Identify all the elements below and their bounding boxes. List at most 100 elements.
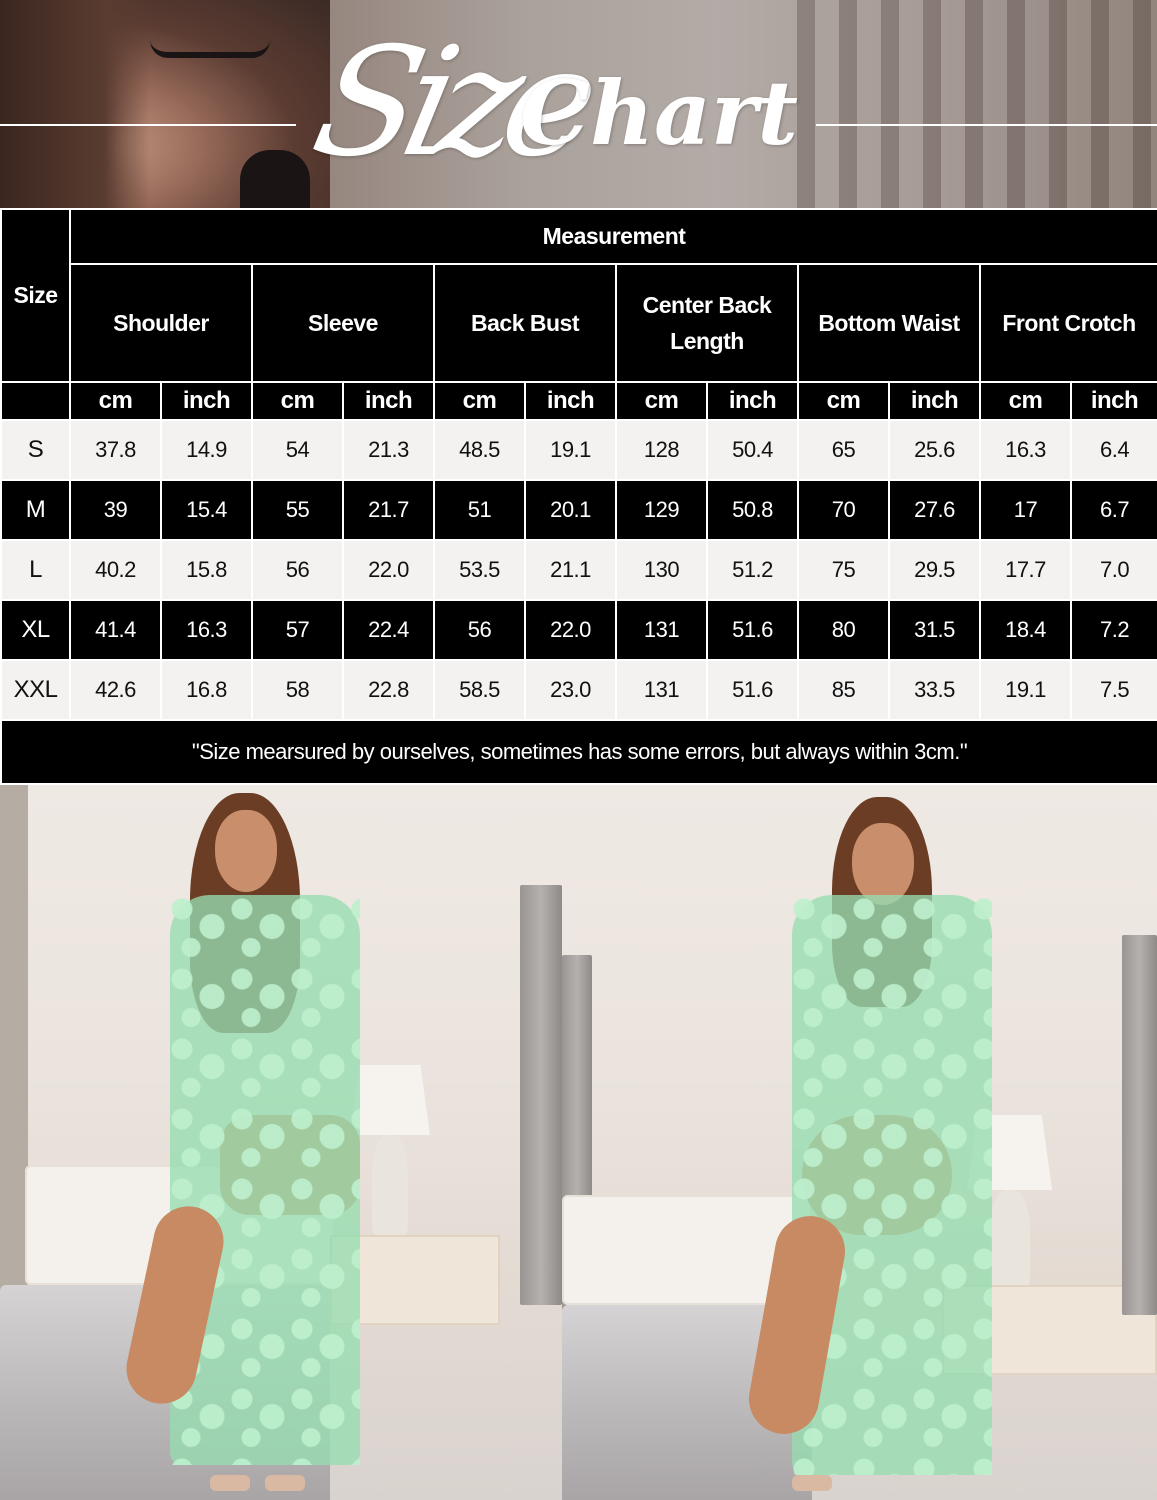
measurement-cell: 22.0 (342, 539, 435, 601)
unit-spacer (0, 381, 71, 421)
measurement-header-row: Size Measurement (0, 208, 1157, 383)
unit-cm: cm (615, 381, 708, 421)
model-shoe (792, 1475, 832, 1491)
unit-inch: inch (888, 381, 981, 421)
banner-rule-right (816, 124, 1157, 126)
measurement-cell: 22.4 (342, 599, 435, 661)
measurement-cell: 17 (979, 479, 1072, 541)
measurement-cell: 23.0 (524, 659, 617, 721)
measurement-cell: 19.1 (524, 419, 617, 481)
size-row: S 37.8 14.9 54 21.3 48.5 19.1 128 50.4 65 25.6 16.3… (0, 419, 1157, 481)
door (520, 885, 562, 1305)
unit-inch: inch (342, 381, 435, 421)
product-photo-back (562, 785, 1157, 1500)
model-choker (150, 40, 270, 58)
measurement-cell: 22.0 (524, 599, 617, 661)
measurement-header: Measurement (68, 208, 1157, 265)
size-rows: S 37.8 14.9 54 21.3 48.5 19.1 128 50.4 65 25.6 16.3… (0, 419, 1157, 721)
size-row: XXL 42.6 16.8 58 22.8 58.5 23.0 131 51.6 85 33.5 19… (0, 659, 1157, 721)
unit-inch: inch (160, 381, 253, 421)
size-table: Size Measurement Shoulder Sleeve Back Bu… (0, 208, 1157, 785)
measurement-cell: 41.4 (69, 599, 162, 661)
unit-inch: inch (1069, 381, 1157, 421)
measurement-cell: 70 (797, 479, 890, 541)
column-header-center-back-length: Center Back Length (615, 263, 799, 383)
measurement-cell: 37.8 (69, 419, 162, 481)
unit-cm: cm (433, 381, 526, 421)
measurement-cell: 48.5 (433, 419, 526, 481)
measurement-cell: 80 (797, 599, 890, 661)
size-label: XXL (0, 659, 71, 721)
model-shoe (265, 1475, 305, 1491)
measurement-cell: 17.7 (979, 539, 1072, 601)
measurement-cell: 31.5 (888, 599, 981, 661)
measurement-cell: 65 (797, 419, 890, 481)
measurement-cell: 50.4 (706, 419, 799, 481)
banner-model-photo (0, 0, 330, 208)
size-label: XL (0, 599, 71, 661)
model-face (852, 823, 914, 905)
measurement-cell: 25.6 (888, 419, 981, 481)
measurement-cell: 21.7 (342, 479, 435, 541)
column-header-back-bust: Back Bust (433, 263, 617, 383)
measurement-cell: 128 (615, 419, 708, 481)
column-header-center-back-length-text: Center Back Length (642, 292, 772, 354)
measurement-cell: 27.6 (888, 479, 981, 541)
unit-cm: cm (979, 381, 1072, 421)
measurement-cell: 57 (251, 599, 344, 661)
measurement-cell: 55 (251, 479, 344, 541)
measurement-cell: 56 (433, 599, 526, 661)
measurement-cell: 56 (251, 539, 344, 601)
measurement-cell: 29.5 (888, 539, 981, 601)
measurement-cell: 131 (615, 599, 708, 661)
measurement-cell: 20.1 (524, 479, 617, 541)
measurement-cell: 6.4 (1069, 419, 1157, 481)
measurement-cell: 14.9 (160, 419, 253, 481)
banner-curtain-background (797, 0, 1157, 208)
column-header-bottom-waist: Bottom Waist (797, 263, 981, 383)
measurement-cell: 16.3 (979, 419, 1072, 481)
unit-inch: inch (524, 381, 617, 421)
measurement-cell: 16.8 (160, 659, 253, 721)
measurement-cell: 53.5 (433, 539, 526, 601)
model-face (215, 810, 277, 892)
measurement-cell: 33.5 (888, 659, 981, 721)
unit-row: cm inch cm inch cm inch cm inch cm inch … (0, 381, 1157, 421)
measurement-cell: 16.3 (160, 599, 253, 661)
unit-cm: cm (69, 381, 162, 421)
unit-cm: cm (251, 381, 344, 421)
banner-rule-left (0, 124, 296, 126)
measurement-cell: 51.6 (706, 659, 799, 721)
measurement-cell: 51 (433, 479, 526, 541)
measurement-cell: 15.4 (160, 479, 253, 541)
size-row: M 39 15.4 55 21.7 51 20.1 129 50.8 70 27.6 17 6.7 (0, 479, 1157, 541)
measurement-cell: 42.6 (69, 659, 162, 721)
measurement-cell: 58.5 (433, 659, 526, 721)
measurement-cell: 21.3 (342, 419, 435, 481)
model-back-figure (743, 785, 1012, 1500)
unit-inch: inch (706, 381, 799, 421)
model-hair (0, 0, 150, 208)
measurement-cell: 131 (615, 659, 708, 721)
measurement-cell: 85 (797, 659, 890, 721)
measurement-cell: 18.4 (979, 599, 1072, 661)
size-chart-banner: Size Chart (0, 0, 1157, 208)
door-right (1122, 935, 1157, 1315)
measurement-cell: 7.2 (1069, 599, 1157, 661)
measurement-cell: 58 (251, 659, 344, 721)
measurement-cell: 50.8 (706, 479, 799, 541)
measurement-cell: 54 (251, 419, 344, 481)
lace-pattern (792, 895, 992, 1475)
size-label: L (0, 539, 71, 601)
measurement-cell: 129 (615, 479, 708, 541)
measurement-cell: 6.7 (1069, 479, 1157, 541)
measurement-cell: 51.6 (706, 599, 799, 661)
note-row: "Size mearsured by ourselves, sometimes … (0, 719, 1157, 785)
measurement-cell: 21.1 (524, 539, 617, 601)
measurement-cell: 39 (69, 479, 162, 541)
measurement-cell: 130 (615, 539, 708, 601)
model-front-figure (119, 785, 390, 1500)
column-header-shoulder: Shoulder (69, 263, 253, 383)
column-group-row: Shoulder Sleeve Back Bust Center Back Le… (1, 263, 1157, 383)
column-header-sleeve: Sleeve (251, 263, 435, 383)
